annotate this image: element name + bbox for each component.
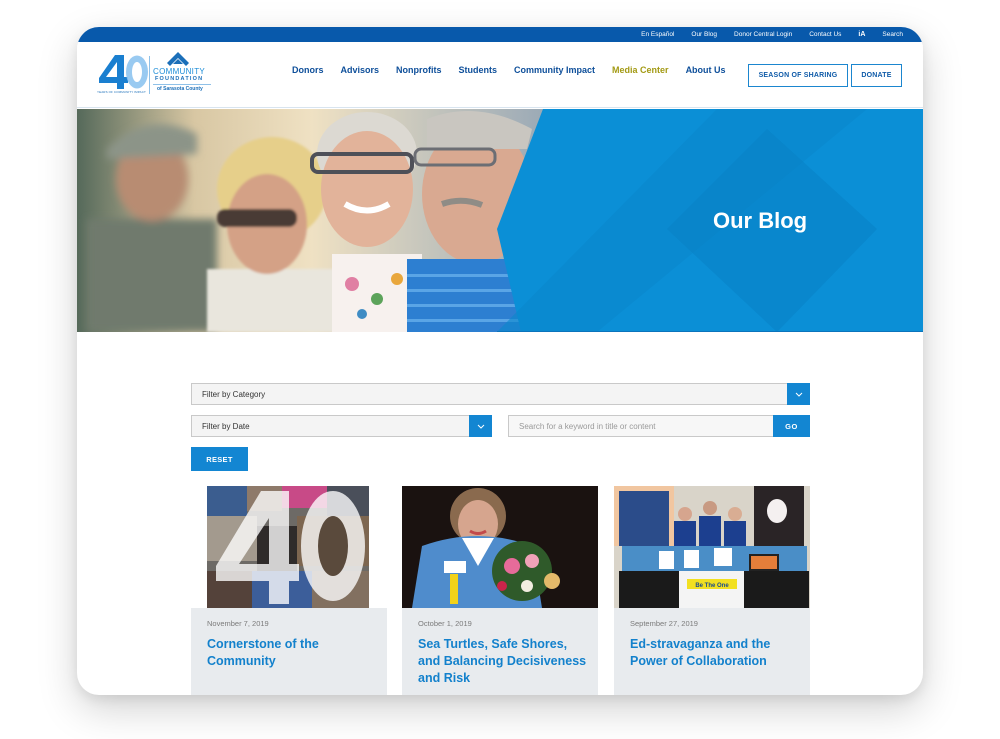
utility-link-blog[interactable]: Our Blog <box>691 31 717 38</box>
blog-card[interactable]: November 7, 2019 Cornerstone of the Comm… <box>191 486 387 695</box>
chevron-down-icon[interactable] <box>469 415 492 437</box>
logo-community-text: COMMUNITY <box>153 67 206 76</box>
reset-button[interactable]: RESET <box>191 447 248 471</box>
blog-card[interactable]: October 1, 2019 Sea Turtles, Safe Shores… <box>402 486 598 695</box>
post-title-link[interactable]: Ed-stravaganza and the Power of Collabor… <box>630 636 800 670</box>
logo[interactable]: YEARS OF COMMUNITY IMPACT COMMUNITY FOUN… <box>97 52 217 98</box>
utility-link-search[interactable]: Search <box>882 31 903 38</box>
browser-frame: En Español Our Blog Donor Central Login … <box>77 27 923 695</box>
go-button[interactable]: GO <box>773 415 810 437</box>
site-header: YEARS OF COMMUNITY IMPACT COMMUNITY FOUN… <box>77 42 923 108</box>
foundation-roof-icon <box>167 52 189 66</box>
utility-link-contact[interactable]: Contact Us <box>809 31 841 38</box>
logo-divider <box>149 56 150 94</box>
chevron-down-icon[interactable] <box>787 383 810 405</box>
blog-card[interactable]: Be The One September 27, 2019 Ed-stravag… <box>614 486 810 695</box>
nav-advisors[interactable]: Advisors <box>341 65 380 75</box>
main-nav: Donors Advisors Nonprofits Students Comm… <box>292 65 743 75</box>
nav-students[interactable]: Students <box>459 65 498 75</box>
hero-banner: Our Blog <box>77 109 923 332</box>
nav-donors[interactable]: Donors <box>292 65 324 75</box>
utility-link-espanol[interactable]: En Español <box>641 31 674 38</box>
logo-foundation-text: FOUNDATION <box>155 76 204 82</box>
keyword-search-input[interactable] <box>508 415 774 437</box>
nav-about-us[interactable]: About Us <box>686 65 726 75</box>
logo-tagline: YEARS OF COMMUNITY IMPACT <box>97 90 146 94</box>
post-date: November 7, 2019 <box>207 619 269 628</box>
post-title-link[interactable]: Sea Turtles, Safe Shores, and Balancing … <box>418 636 588 687</box>
post-title-link[interactable]: Cornerstone of the Community <box>207 636 377 670</box>
post-image-booth: Be The One <box>614 486 810 608</box>
nav-media-center[interactable]: Media Center <box>612 65 669 75</box>
season-of-sharing-button[interactable]: SEASON OF SHARING <box>748 64 848 87</box>
page-title: Our Blog <box>713 208 808 233</box>
text-size-icon[interactable]: iA <box>858 31 865 38</box>
utility-link-donor-login[interactable]: Donor Central Login <box>734 31 792 38</box>
donate-button[interactable]: DONATE <box>851 64 902 87</box>
date-select-value: Filter by Date <box>202 421 250 431</box>
nav-nonprofits[interactable]: Nonprofits <box>396 65 442 75</box>
post-image-40-collage <box>191 486 387 608</box>
post-date: October 1, 2019 <box>418 619 472 628</box>
logo-underline <box>153 84 211 85</box>
nav-community-impact[interactable]: Community Impact <box>514 65 595 75</box>
logo-40-mark <box>99 55 148 89</box>
category-select-value: Filter by Category <box>202 389 266 399</box>
logo-county-text: of Sarasota County <box>157 86 203 92</box>
utility-bar: En Español Our Blog Donor Central Login … <box>77 27 923 42</box>
booth-sign-text: Be The One <box>695 583 729 589</box>
post-date: September 27, 2019 <box>630 619 698 628</box>
category-select[interactable]: Filter by Category <box>191 383 810 405</box>
post-image-woman-with-flowers <box>402 486 598 608</box>
date-select[interactable]: Filter by Date <box>191 415 492 437</box>
